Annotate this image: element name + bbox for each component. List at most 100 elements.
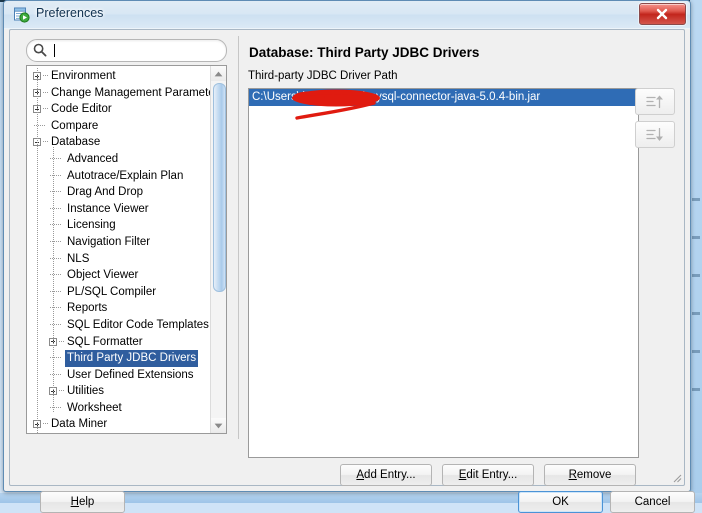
tree-item-change-management-parameters[interactable]: Change Management Parameters [27, 85, 211, 102]
scroll-up-icon[interactable] [211, 66, 226, 81]
tree-item-environment[interactable]: Environment [27, 68, 211, 85]
settings-tree[interactable]: EnvironmentChange Management ParametersC… [26, 65, 227, 434]
tree-item-drag-and-drop[interactable]: Drag And Drop [27, 184, 211, 201]
close-icon[interactable] [639, 3, 686, 25]
title-bar[interactable]: Preferences [4, 1, 690, 29]
tree-item-compare[interactable]: Compare [27, 118, 211, 135]
scroll-down-icon[interactable] [211, 418, 226, 433]
add-entry-mnemonic: A [356, 469, 364, 481]
tree-connector [50, 241, 61, 242]
tree-connector [50, 324, 61, 325]
tree-scrollbar[interactable] [210, 66, 226, 433]
tree-item-pl-sql-compiler[interactable]: PL/SQL Compiler [27, 284, 211, 301]
dialog-client-area: EnvironmentChange Management ParametersC… [9, 29, 685, 486]
background-tick [692, 312, 700, 315]
tree-connector [50, 158, 61, 159]
move-entry-down-button[interactable] [635, 121, 675, 148]
tree-item-label: Drag And Drop [67, 184, 143, 201]
tree-connector [50, 258, 61, 259]
add-entry-label: dd Entry... [364, 469, 416, 481]
background-tick [692, 198, 700, 201]
tree-item-label: User Defined Extensions [67, 367, 194, 384]
background-tick [692, 236, 700, 239]
tree-item-label: NLS [67, 251, 89, 268]
driver-path-label: Third-party JDBC Driver Path [248, 70, 398, 82]
background-tick [692, 350, 700, 353]
tree-item-code-editor[interactable]: Code Editor [27, 101, 211, 118]
tree-scrollbar-thumb[interactable] [213, 83, 226, 292]
tree-connector [50, 307, 61, 308]
remove-label: emove [577, 469, 612, 481]
tree-item-instance-viewer[interactable]: Instance Viewer [27, 201, 211, 218]
tree-connector [50, 374, 61, 375]
tree-item-label: PL/SQL Compiler [67, 284, 156, 301]
background-tick [692, 388, 700, 391]
tree-item-label: Autotrace/Explain Plan [67, 168, 183, 185]
tree-item-data-miner[interactable]: Data Miner [27, 416, 211, 433]
tree-item-label: Instance Viewer [67, 201, 149, 218]
remove-mnemonic: R [569, 469, 577, 481]
search-box[interactable] [26, 39, 227, 62]
cancel-button[interactable]: Cancel [610, 491, 695, 513]
tree-item-label: Database [51, 134, 100, 151]
tree-item-label: Compare [51, 118, 98, 135]
tree-item-advanced[interactable]: Advanced [27, 151, 211, 168]
tree-spine [37, 68, 38, 433]
tree-item-label: Reports [67, 300, 107, 317]
tree-item-label: Advanced [67, 151, 118, 168]
tree-item-label: Third Party JDBC Drivers [65, 350, 198, 367]
tree-connector [50, 274, 61, 275]
preferences-icon [13, 6, 30, 23]
tree-item-database[interactable]: Database [27, 134, 211, 151]
tree-item-label: Licensing [67, 217, 116, 234]
tree-item-label: Utilities [67, 383, 104, 400]
tree-item-label: SQL Formatter [67, 334, 143, 351]
tree-item-object-viewer[interactable]: Object Viewer [27, 267, 211, 284]
search-input[interactable] [53, 41, 223, 60]
settings-tree-items: EnvironmentChange Management ParametersC… [27, 68, 211, 433]
tree-connector [43, 92, 49, 93]
tree-connector [50, 208, 61, 209]
list-item[interactable]: C:\Users\ \Downloads\mysql-connector-jav… [249, 89, 638, 106]
remove-button[interactable]: Remove [544, 464, 636, 486]
resize-grip[interactable] [670, 471, 682, 483]
help-button[interactable]: Help [40, 491, 125, 513]
settings-navigation-pane: EnvironmentChange Management ParametersC… [18, 36, 233, 439]
tree-connector [50, 357, 61, 358]
tree-connector [50, 224, 61, 225]
help-label: elp [79, 496, 94, 508]
edit-entry-button[interactable]: Edit Entry... [442, 464, 534, 486]
tree-item-autotrace-explain-plan[interactable]: Autotrace/Explain Plan [27, 168, 211, 185]
background-right-strip [690, 0, 702, 503]
tree-item-navigation-filter[interactable]: Navigation Filter [27, 234, 211, 251]
tree-item-label: Code Editor [51, 101, 112, 118]
tree-item-utilities[interactable]: Utilities [27, 383, 211, 400]
search-icon [33, 43, 47, 62]
edit-entry-label: dit Entry... [466, 469, 517, 481]
tree-item-label: Navigation Filter [67, 234, 150, 251]
page-title: Database: Third Party JDBC Drivers [249, 45, 479, 60]
driver-path-list[interactable]: C:\Users\ \Downloads\mysql-connector-jav… [248, 88, 639, 458]
ok-button[interactable]: OK [518, 491, 603, 513]
tree-connector [50, 175, 61, 176]
tree-connector [43, 423, 49, 424]
tree-connector [50, 407, 61, 408]
tree-item-worksheet[interactable]: Worksheet [27, 400, 211, 417]
tree-item-sql-editor-code-templates[interactable]: SQL Editor Code Templates [27, 317, 211, 334]
tree-item-third-party-jdbc-drivers[interactable]: Third Party JDBC Drivers [27, 350, 211, 367]
tree-item-label: Data Miner [51, 416, 107, 433]
tree-item-nls[interactable]: NLS [27, 251, 211, 268]
tree-item-user-defined-extensions[interactable]: User Defined Extensions [27, 367, 211, 384]
tree-item-licensing[interactable]: Licensing [27, 217, 211, 234]
tree-connector [50, 291, 61, 292]
tree-connector [43, 75, 49, 76]
tree-connector [34, 125, 45, 126]
move-entry-up-button[interactable] [635, 88, 675, 115]
add-entry-button[interactable]: Add Entry... [340, 464, 432, 486]
window-title: Preferences [36, 6, 103, 20]
help-mnemonic: H [71, 496, 79, 508]
tree-item-reports[interactable]: Reports [27, 300, 211, 317]
tree-connector [43, 141, 49, 142]
tree-connector [43, 108, 49, 109]
tree-item-sql-formatter[interactable]: SQL Formatter [27, 334, 211, 351]
